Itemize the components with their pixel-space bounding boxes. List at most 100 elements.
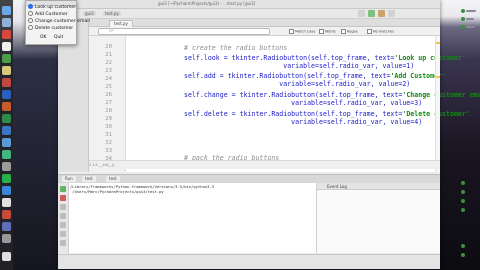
- code-text: ,: [465, 54, 470, 62]
- status-dot-icon: [461, 208, 465, 212]
- line-number: 22: [105, 60, 112, 66]
- run-config-button[interactable]: [358, 10, 365, 17]
- status-dot-icon: [461, 244, 465, 248]
- app-icon[interactable]: [2, 138, 11, 147]
- radio-look-up-customer[interactable]: Look up customer: [28, 4, 76, 10]
- radio-change-customer-email[interactable]: Change customer email: [28, 18, 90, 24]
- editor-breadcrumb: 1 1:1 __init__(): [89, 160, 440, 169]
- settings-icon[interactable]: [60, 213, 66, 219]
- regex-checkbox[interactable]: Regex: [341, 29, 358, 34]
- code-editor[interactable]: # create the radio buttons self.look = t…: [126, 36, 480, 172]
- line-number: 32: [105, 140, 112, 146]
- app-icon[interactable]: [2, 210, 11, 219]
- find-bar: Q* Match Case Words Regex No matches: [89, 27, 440, 36]
- tab-test-py[interactable]: test.py: [109, 20, 133, 27]
- find-result: No matches: [367, 29, 394, 34]
- title-bar: gui3 [~/PycharmProjects/gui3] - .../test…: [58, 0, 440, 9]
- app-icon[interactable]: [2, 222, 11, 231]
- filezilla-icon[interactable]: [2, 78, 11, 87]
- status-dot-icon: [461, 9, 465, 13]
- code-line: self.look = tkinter.Radiobutton(self.top…: [184, 54, 470, 62]
- radio-label: Add Customer: [35, 12, 68, 17]
- radio-delete-customer[interactable]: Delete customer: [28, 25, 73, 31]
- run-console[interactable]: /Library/Frameworks/Python.framework/Ver…: [58, 183, 317, 253]
- radio-add-customer[interactable]: Add Customer: [28, 11, 68, 17]
- desktop-item[interactable]: [466, 18, 474, 20]
- breadcrumb-project[interactable]: gui3: [83, 11, 96, 16]
- finder-icon[interactable]: [2, 6, 11, 15]
- status-dot-icon: [461, 199, 465, 203]
- event-log-panel: Event Log: [317, 183, 440, 253]
- stop-icon[interactable]: [60, 195, 66, 201]
- tab-test-run-2[interactable]: test: [106, 176, 120, 182]
- status-bar: [58, 254, 440, 269]
- code-text: ,: [446, 72, 450, 80]
- tab-run[interactable]: Run: [62, 176, 76, 182]
- line-number: 24: [105, 76, 112, 82]
- line-number: 23: [105, 68, 112, 74]
- app-icon[interactable]: [2, 174, 11, 183]
- dock: [0, 0, 13, 270]
- desktop-item[interactable]: [466, 26, 475, 28]
- app-icon[interactable]: [2, 186, 11, 195]
- line-number: 21: [105, 52, 112, 58]
- debug-icon[interactable]: [378, 10, 385, 17]
- radio-label: Delete customer: [35, 26, 74, 31]
- line-number: 25: [105, 84, 112, 90]
- find-input[interactable]: Q*: [98, 28, 270, 35]
- code-line: variable=self.radio_var, value=4): [184, 118, 423, 126]
- quit-button[interactable]: Quit: [54, 35, 63, 41]
- app-icon[interactable]: [2, 66, 11, 75]
- code-line: self.delete = tkinter.Radiobutton(self.t…: [184, 110, 474, 118]
- app-icon[interactable]: [2, 162, 11, 171]
- line-number: 20: [105, 44, 112, 50]
- navigation-bar: gui3 test.py: [58, 9, 440, 19]
- powerpoint-icon[interactable]: [2, 102, 11, 111]
- pycharm-icon[interactable]: [2, 150, 11, 159]
- close-icon[interactable]: [60, 240, 66, 246]
- console-output: /Library/Frameworks/Python.framework/Ver…: [70, 184, 214, 194]
- rerun-icon[interactable]: [60, 186, 66, 192]
- code-text: ,: [469, 110, 474, 118]
- desktop-wallpaper-right: [440, 0, 480, 270]
- app-icon[interactable]: [2, 252, 11, 261]
- app-icon[interactable]: [2, 198, 11, 207]
- event-log-title[interactable]: Event Log: [317, 183, 440, 190]
- status-dot-icon: [461, 17, 465, 21]
- word-icon[interactable]: [2, 90, 11, 99]
- code-line: self.add = tkinter.Radiobutton(self.top_…: [184, 72, 450, 80]
- app-icon[interactable]: [2, 18, 11, 27]
- trash-icon[interactable]: [2, 234, 11, 243]
- desktop-item[interactable]: [466, 10, 476, 12]
- line-number: 33: [105, 148, 112, 154]
- excel-icon[interactable]: [2, 114, 11, 123]
- print-icon[interactable]: [60, 222, 66, 228]
- editor-tabs: test.py: [89, 19, 440, 27]
- tab-test-run-1[interactable]: test: [82, 176, 96, 182]
- words-checkbox[interactable]: Words: [319, 29, 336, 34]
- ide-window: gui3 [~/PycharmProjects/gui3] - .../test…: [58, 0, 480, 269]
- search-icon[interactable]: [388, 10, 395, 17]
- breadcrumb-file[interactable]: test.py: [103, 11, 121, 16]
- window-title: gui3 [~/PycharmProjects/gui3] - .../test…: [158, 1, 256, 6]
- pause-icon[interactable]: [60, 204, 66, 210]
- status-dot-icon: [461, 253, 465, 257]
- line-number: 28: [105, 108, 112, 114]
- radio-selected-icon: [28, 4, 33, 9]
- code-line: variable=self.radio_var, value=2): [184, 80, 411, 88]
- run-icon[interactable]: [368, 10, 375, 17]
- app-icon[interactable]: [2, 54, 11, 63]
- code-text: self.delete = tkinter.Radiobutton(self.t…: [184, 110, 403, 118]
- editor-scrollbar[interactable]: [435, 36, 440, 172]
- app-icon[interactable]: [2, 126, 11, 135]
- notes-icon[interactable]: [2, 42, 11, 51]
- code-line: variable=self.radio_var, value=3): [184, 99, 423, 107]
- calendar-icon[interactable]: [2, 30, 11, 39]
- radio-label: Look up customer: [35, 5, 77, 10]
- code-string: 'Look up customer': [394, 54, 466, 62]
- line-number-gutter: 20 21 22 23 24 25 26 27 28 29 30 31 32 3…: [89, 36, 126, 172]
- ok-button[interactable]: OK: [40, 35, 46, 41]
- match-case-checkbox[interactable]: Match Case: [289, 29, 315, 34]
- code-text: self.change = tkinter.Radiobutton(self.t…: [184, 91, 403, 99]
- trash-icon[interactable]: [60, 231, 66, 237]
